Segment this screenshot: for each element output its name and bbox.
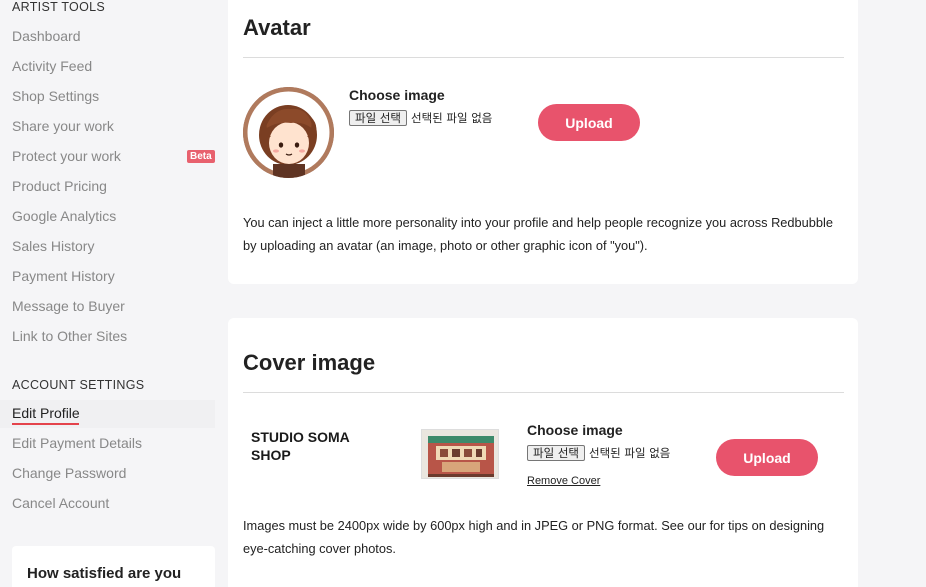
sidebar-item-change-password[interactable]: Change Password — [12, 465, 126, 481]
avatar-file-input[interactable]: 파일 선택 선택된 파일 없음 — [349, 110, 492, 126]
beta-badge: Beta — [187, 150, 215, 163]
sidebar-item-protect-your-work[interactable]: Protect your work — [12, 148, 121, 164]
cover-file-button[interactable]: 파일 선택 — [527, 445, 585, 461]
sidebar-item-message-to-buyer[interactable]: Message to Buyer — [12, 298, 125, 314]
active-indicator — [12, 423, 79, 425]
avatar-divider — [243, 57, 844, 58]
sidebar-item-share-your-work[interactable]: Share your work — [12, 118, 114, 134]
cover-card: Cover image STUDIO SOMA SHOP Choose imag… — [228, 318, 858, 587]
cover-file-status: 선택된 파일 없음 — [588, 446, 671, 460]
sidebar-item-payment-history[interactable]: Payment History — [12, 268, 115, 284]
artist-tools-heading: ARTIST TOOLS — [12, 0, 105, 14]
cover-choose-label: Choose image — [527, 422, 623, 438]
sidebar-item-link-to-other-sites[interactable]: Link to Other Sites — [12, 328, 127, 344]
satisfaction-survey: How satisfied are you with Redbubble — [12, 546, 215, 587]
sidebar-item-edit-payment-details[interactable]: Edit Payment Details — [12, 435, 142, 451]
sidebar-item-cancel-account[interactable]: Cancel Account — [12, 495, 109, 511]
survey-title: How satisfied are you with Redbubble — [27, 565, 182, 587]
sidebar-item-shop-settings[interactable]: Shop Settings — [12, 88, 99, 104]
avatar-choose-label: Choose image — [349, 87, 445, 103]
remove-cover-link[interactable]: Remove Cover — [527, 475, 600, 487]
cover-divider — [243, 392, 844, 393]
cover-upload-button[interactable]: Upload — [716, 439, 818, 476]
avatar-upload-button[interactable]: Upload — [538, 104, 640, 141]
sidebar: ARTIST TOOLS Dashboard Activity Feed Sho… — [0, 0, 215, 587]
sidebar-item-edit-profile[interactable]: Edit Profile — [12, 405, 80, 421]
cover-thumbnail — [421, 429, 499, 479]
avatar-image — [243, 87, 334, 178]
avatar-file-status: 선택된 파일 없음 — [410, 111, 493, 125]
sidebar-item-activity-feed[interactable]: Activity Feed — [12, 58, 92, 74]
cover-file-input[interactable]: 파일 선택 선택된 파일 없음 — [527, 445, 670, 461]
sidebar-item-dashboard[interactable]: Dashboard — [12, 28, 81, 44]
sidebar-item-product-pricing[interactable]: Product Pricing — [12, 178, 107, 194]
sidebar-item-sales-history[interactable]: Sales History — [12, 238, 94, 254]
sidebar-item-google-analytics[interactable]: Google Analytics — [12, 208, 116, 224]
account-settings-heading: ACCOUNT SETTINGS — [12, 378, 145, 392]
avatar-description: You can inject a little more personality… — [243, 215, 833, 253]
avatar-file-button[interactable]: 파일 선택 — [349, 110, 407, 126]
avatar-card: Avatar Choose image 파일 선택 선택된 파일 없음 Uplo… — [228, 0, 858, 284]
avatar-heading: Avatar — [243, 15, 311, 40]
shop-name: STUDIO SOMA SHOP — [251, 429, 350, 463]
cover-description: Images must be 2400px wide by 600px high… — [243, 518, 825, 556]
cover-heading: Cover image — [243, 350, 376, 375]
